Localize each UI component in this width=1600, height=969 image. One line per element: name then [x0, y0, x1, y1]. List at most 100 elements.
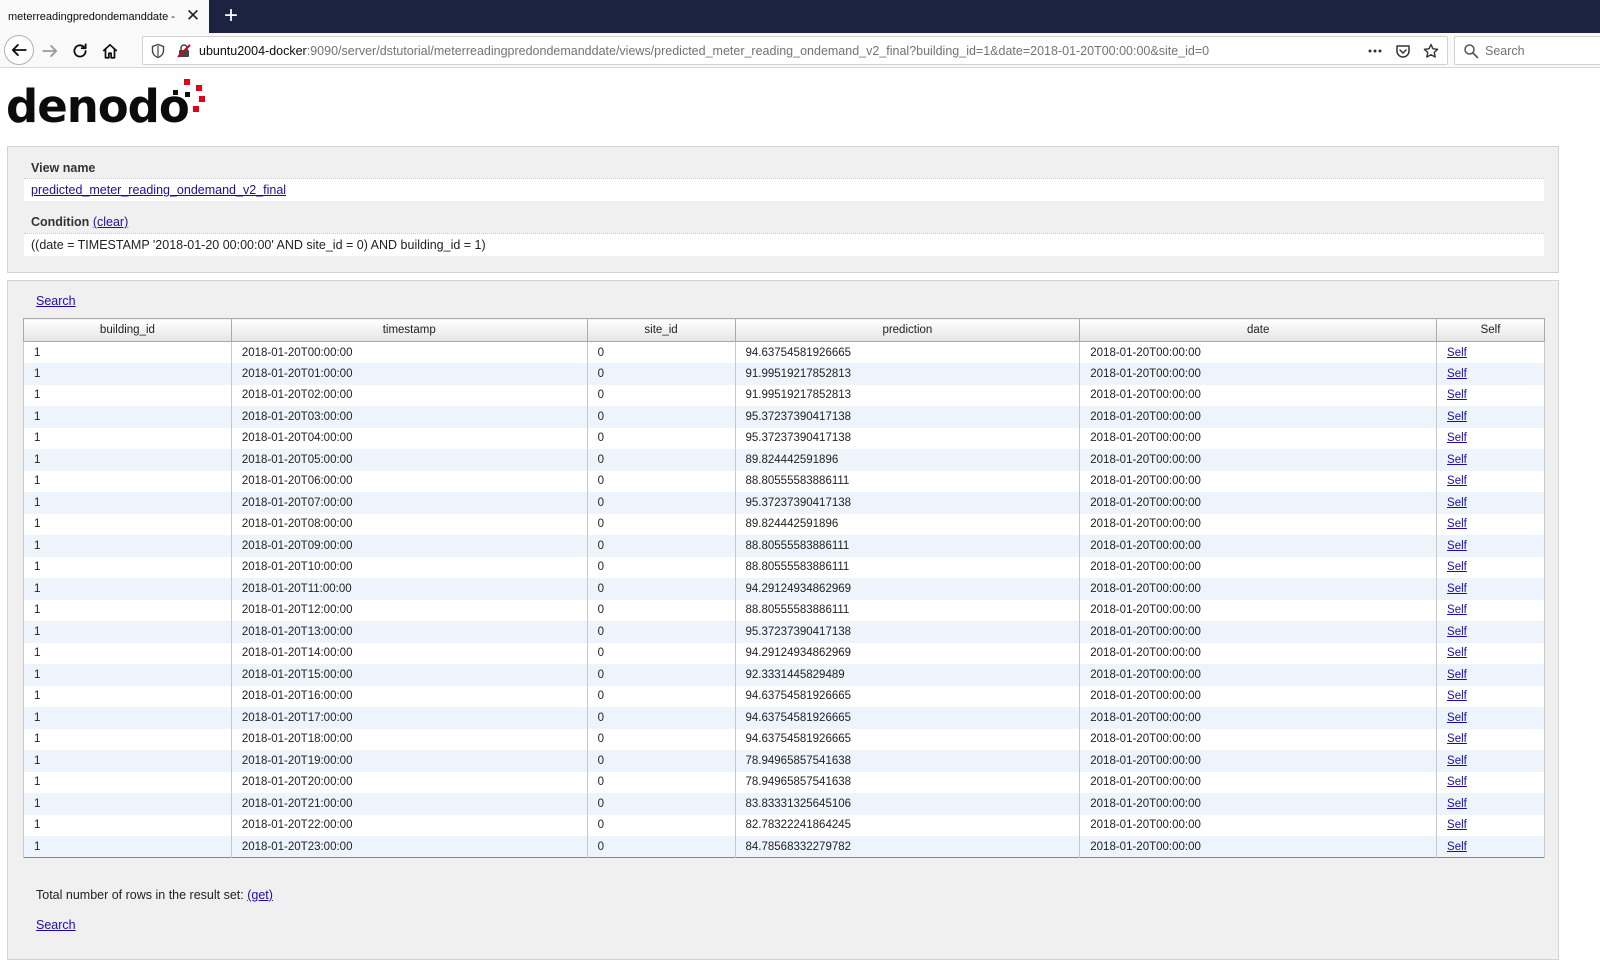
table-cell: 94.29124934862969 [734, 578, 1081, 600]
table-cell: 91.99519217852813 [734, 384, 1081, 406]
table-cell: 1 [23, 621, 232, 643]
self-link[interactable]: Self [1447, 561, 1467, 573]
clear-condition-link[interactable]: (clear) [93, 215, 128, 229]
self-link[interactable]: Self [1447, 690, 1467, 702]
table-cell: Self [1436, 642, 1545, 664]
new-tab-icon[interactable]: + [219, 3, 243, 29]
table-row: 1 2018-01-20T18:00:00 0 94.63754581926665 20… [23, 728, 1545, 750]
shield-icon[interactable] [150, 43, 166, 59]
table-row: 1 2018-01-20T08:00:00 0 89.824442591896 2018… [23, 513, 1545, 535]
total-rows: Total number of rows in the result set: … [36, 888, 273, 902]
view-name-link[interactable]: predicted_meter_reading_ondemand_v2_fina… [31, 183, 286, 197]
table-cell: Self [1436, 750, 1545, 772]
bookmark-star-icon[interactable] [1421, 41, 1441, 61]
table-cell: Self [1436, 535, 1545, 557]
table-cell: 0 [586, 814, 736, 836]
self-link[interactable]: Self [1447, 411, 1467, 423]
self-link[interactable]: Self [1447, 432, 1467, 444]
table-cell: 2018-01-20T00:00:00 [1079, 556, 1438, 578]
table-cell: Self [1436, 384, 1545, 406]
search-link-bottom[interactable]: Search [36, 918, 76, 932]
self-link[interactable]: Self [1447, 776, 1467, 788]
more-actions-icon[interactable] [1365, 41, 1385, 61]
table-cell: 2018-01-20T21:00:00 [230, 793, 588, 815]
self-link[interactable]: Self [1447, 475, 1467, 487]
self-link[interactable]: Self [1447, 389, 1467, 401]
table-cell: 2018-01-20T00:00:00 [1079, 707, 1438, 729]
table-row: 1 2018-01-20T07:00:00 0 95.37237390417138 20… [23, 492, 1545, 514]
self-link[interactable]: Self [1447, 669, 1467, 681]
insecure-lock-icon[interactable] [176, 43, 192, 59]
self-link[interactable]: Self [1447, 647, 1467, 659]
self-link[interactable]: Self [1447, 604, 1467, 616]
search-placeholder: Search [1485, 44, 1525, 58]
table-cell: Self [1436, 621, 1545, 643]
self-link[interactable]: Self [1447, 368, 1467, 380]
table-cell: 2018-01-20T00:00:00 [1079, 363, 1438, 385]
table-cell: 0 [586, 836, 736, 858]
table-cell: 0 [586, 642, 736, 664]
self-link[interactable]: Self [1447, 518, 1467, 530]
back-button[interactable] [4, 35, 34, 65]
self-link[interactable]: Self [1447, 540, 1467, 552]
table-row: 1 2018-01-20T12:00:00 0 88.80555583886111 20… [23, 599, 1545, 621]
column-header[interactable]: Self [1436, 318, 1545, 342]
table-cell: 0 [586, 556, 736, 578]
table-cell: 94.63754581926665 [734, 707, 1081, 729]
self-link[interactable]: Self [1447, 798, 1467, 810]
forward-button[interactable] [36, 37, 64, 65]
table-cell: 94.29124934862969 [734, 642, 1081, 664]
table-cell: 2018-01-20T22:00:00 [230, 814, 588, 836]
pocket-icon[interactable] [1393, 41, 1413, 61]
url-text[interactable]: ubuntu2004-docker:9090/server/dstutorial… [199, 44, 1209, 58]
table-cell: 2018-01-20T13:00:00 [230, 621, 588, 643]
search-link-top[interactable]: Search [36, 294, 76, 308]
self-link[interactable]: Self [1447, 497, 1467, 509]
table-cell: 88.80555583886111 [734, 535, 1081, 557]
self-link[interactable]: Self [1447, 841, 1467, 853]
self-link[interactable]: Self [1447, 583, 1467, 595]
table-cell: 1 [23, 578, 232, 600]
table-cell: 2018-01-20T14:00:00 [230, 642, 588, 664]
table-cell: 2018-01-20T00:00:00 [1079, 621, 1438, 643]
home-button[interactable] [96, 37, 124, 65]
reload-button[interactable] [66, 37, 94, 65]
table-cell: 1 [23, 513, 232, 535]
table-row: 1 2018-01-20T15:00:00 0 92.3331445829489 201… [23, 664, 1545, 686]
table-cell: 2018-01-20T12:00:00 [230, 599, 588, 621]
url-host: ubuntu2004-docker [199, 44, 307, 58]
self-link[interactable]: Self [1447, 712, 1467, 724]
table-row: 1 2018-01-20T11:00:00 0 94.29124934862969 20… [23, 578, 1545, 600]
table-cell: 2018-01-20T08:00:00 [230, 513, 588, 535]
table-cell: 88.80555583886111 [734, 470, 1081, 492]
column-header[interactable]: building_id [23, 318, 232, 342]
column-header[interactable]: prediction [734, 318, 1081, 342]
self-link[interactable]: Self [1447, 454, 1467, 466]
table-cell: 78.94965857541638 [734, 750, 1081, 772]
self-link[interactable]: Self [1447, 819, 1467, 831]
column-header[interactable]: site_id [586, 318, 736, 342]
search-bar[interactable]: Search [1454, 36, 1600, 65]
table-cell: 2018-01-20T00:00:00 [1079, 535, 1438, 557]
table-cell: 1 [23, 470, 232, 492]
table-cell: 2018-01-20T04:00:00 [230, 427, 588, 449]
column-header[interactable]: date [1079, 318, 1438, 342]
table-row: 1 2018-01-20T21:00:00 0 83.83331325645106 20… [23, 793, 1545, 815]
table-row: 1 2018-01-20T23:00:00 0 84.78568332279782 20… [23, 836, 1545, 858]
self-link[interactable]: Self [1447, 347, 1467, 359]
table-cell: 2018-01-20T18:00:00 [230, 728, 588, 750]
table-cell: 2018-01-20T00:00:00 [1079, 406, 1438, 428]
self-link[interactable]: Self [1447, 733, 1467, 745]
table-header-row: building_id timestamp site_id prediction dat… [23, 318, 1545, 342]
url-path: :9090/server/dstutorial/meterreadingpred… [306, 44, 1210, 58]
self-link[interactable]: Self [1447, 755, 1467, 767]
column-header[interactable]: timestamp [230, 318, 588, 342]
arrow-left-icon [11, 44, 27, 56]
get-count-link[interactable]: (get) [247, 888, 273, 902]
url-bar[interactable]: ubuntu2004-docker:9090/server/dstutorial… [142, 36, 1448, 65]
browser-tab[interactable]: meterreadingpredondemanddate - ✕ [0, 0, 209, 33]
self-link[interactable]: Self [1447, 626, 1467, 638]
table-cell: 84.78568332279782 [734, 836, 1081, 858]
close-tab-icon[interactable]: ✕ [184, 7, 202, 25]
table-cell: 0 [586, 363, 736, 385]
